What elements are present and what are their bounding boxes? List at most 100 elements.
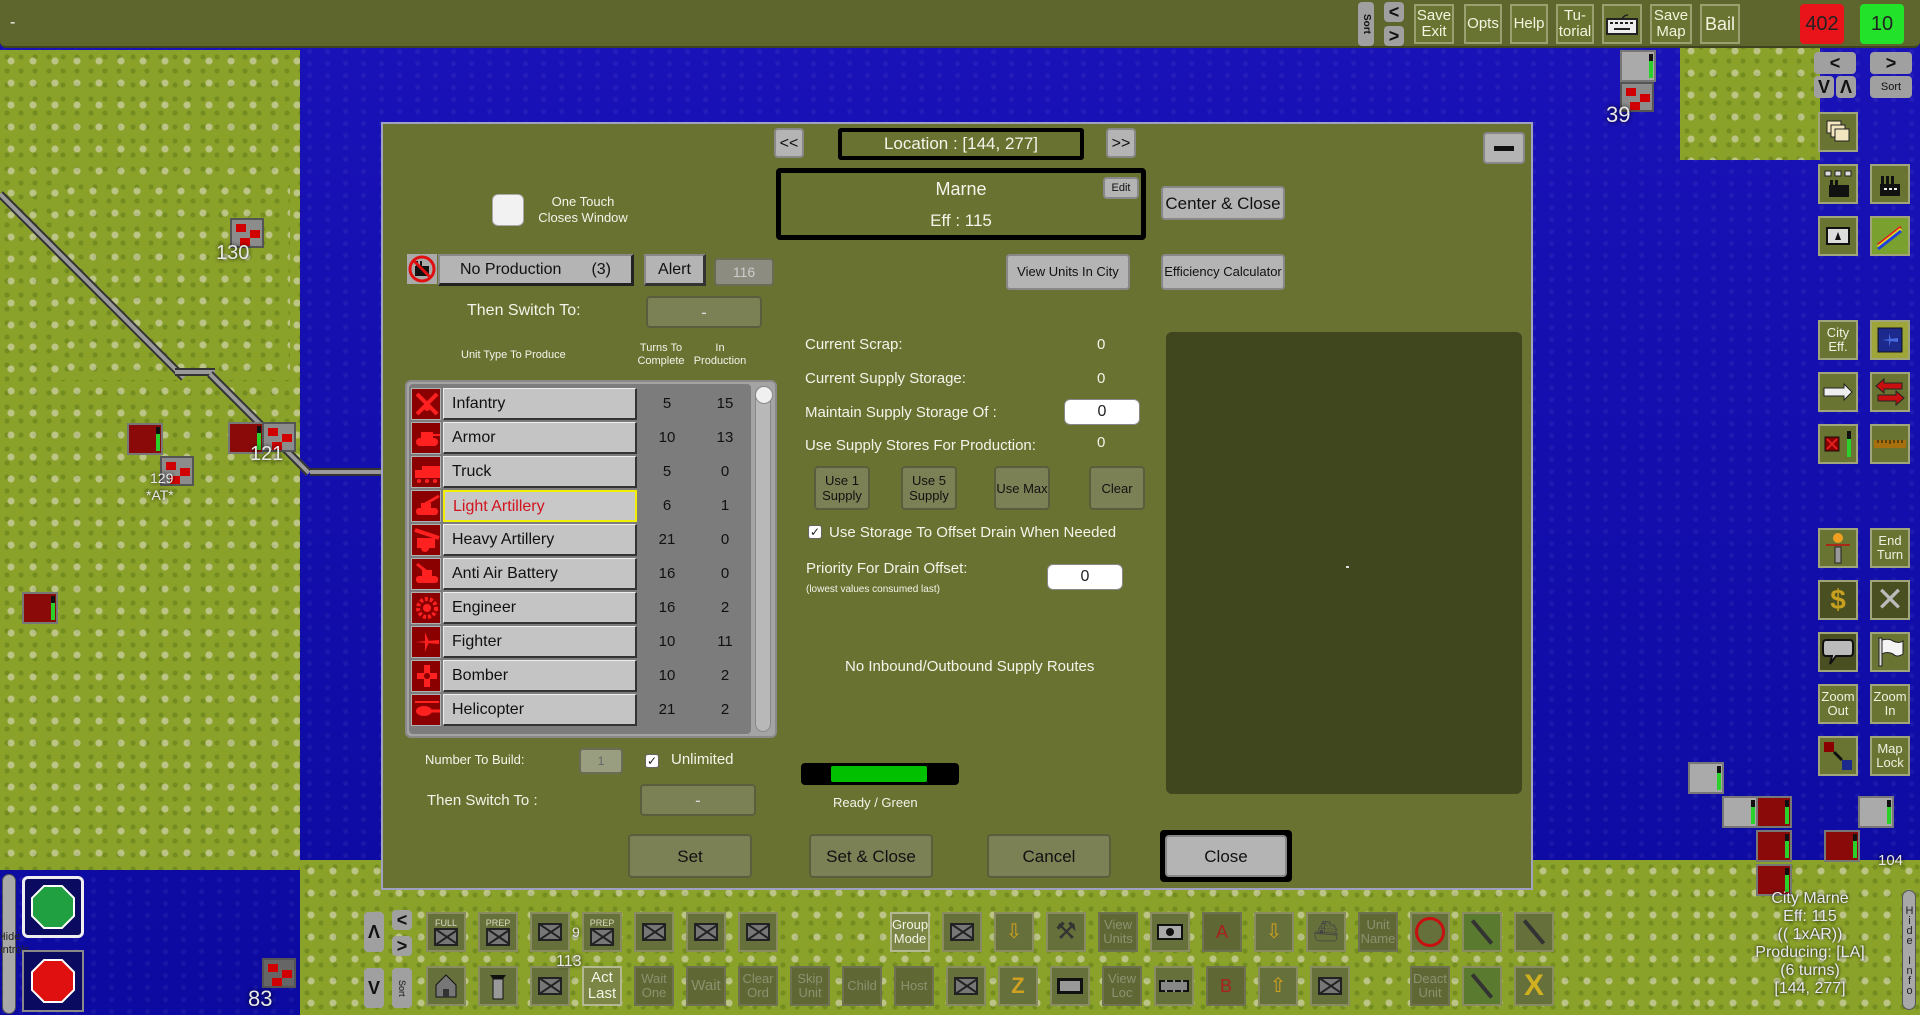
hide-controls-tab[interactable]: Hide Controls bbox=[0, 874, 30, 1014]
chat-button[interactable] bbox=[1818, 632, 1858, 672]
launch-missile-button[interactable] bbox=[1462, 966, 1502, 1006]
stop-button[interactable] bbox=[22, 950, 84, 1012]
missile-button[interactable] bbox=[1462, 912, 1502, 952]
unit-row-light-artillery[interactable]: Light Artillery 6 1 bbox=[411, 490, 751, 522]
move-group-button[interactable] bbox=[686, 912, 726, 952]
use-1-supply-button[interactable]: Use 1 Supply bbox=[814, 466, 870, 510]
group-mode-button[interactable]: Group Mode bbox=[890, 912, 930, 952]
prep-move-button[interactable]: PREP bbox=[582, 912, 622, 952]
cancel-button[interactable]: Cancel bbox=[987, 834, 1111, 878]
next-button[interactable]: > bbox=[1384, 26, 1404, 46]
use-5-supply-button[interactable]: Use 5 Supply bbox=[901, 466, 957, 510]
city-marker[interactable] bbox=[262, 958, 296, 988]
wait-button[interactable]: Wait bbox=[686, 966, 726, 1006]
sleep-button[interactable]: Z bbox=[998, 966, 1038, 1006]
tutorial-button[interactable]: Tu-torial bbox=[1556, 4, 1594, 44]
unlimited-checkbox[interactable]: ✓ bbox=[645, 754, 659, 768]
zoom-in-button[interactable]: Zoom In bbox=[1870, 684, 1910, 724]
group-a-button[interactable]: A bbox=[1202, 912, 1242, 952]
unit-name-button[interactable]: Unit Name bbox=[1358, 912, 1398, 952]
full-move-button[interactable]: FULL bbox=[426, 912, 466, 952]
unit-name[interactable]: Bomber bbox=[443, 660, 637, 692]
transfer-button[interactable] bbox=[1870, 372, 1910, 412]
unit-name[interactable]: Infantry bbox=[443, 388, 637, 420]
unit-row-truck[interactable]: Truck 5 0 bbox=[411, 456, 751, 488]
repair-button[interactable]: ⚒ bbox=[1046, 912, 1086, 952]
factory-button[interactable] bbox=[1870, 164, 1910, 204]
sidebar-down-button[interactable]: V bbox=[1814, 76, 1834, 98]
naval-button[interactable]: ⛴ bbox=[1306, 912, 1346, 952]
finance-button[interactable]: $ bbox=[1818, 580, 1858, 620]
one-touch-checkbox[interactable] bbox=[492, 194, 524, 226]
sidebar-sort-button[interactable]: Sort bbox=[1870, 76, 1912, 98]
view-loc-button[interactable]: View Loc bbox=[1102, 966, 1142, 1006]
close-button[interactable]: Close bbox=[1165, 835, 1287, 877]
host-button[interactable]: Host bbox=[894, 966, 934, 1006]
move-single-button[interactable] bbox=[634, 912, 674, 952]
skip-unit-button[interactable]: Skip Unit bbox=[790, 966, 830, 1006]
cancel-x-button[interactable]: ✕ bbox=[1870, 580, 1910, 620]
prev-button[interactable]: < bbox=[1384, 2, 1404, 22]
unit-row-fighter[interactable]: Fighter 10 11 bbox=[411, 626, 751, 658]
minimize-button[interactable] bbox=[1483, 132, 1525, 164]
unit-list-scrollbar[interactable] bbox=[755, 386, 773, 732]
move-unit-button[interactable] bbox=[530, 912, 570, 952]
toolbar-up-button[interactable]: Λ bbox=[364, 912, 384, 952]
child-button[interactable]: Child bbox=[842, 966, 882, 1006]
alert-button[interactable] bbox=[1818, 216, 1858, 256]
view-units-button[interactable]: View Units bbox=[1098, 912, 1138, 952]
ship-unit[interactable] bbox=[1858, 796, 1894, 828]
waypoint-button[interactable] bbox=[942, 912, 982, 952]
keyboard-button[interactable] bbox=[1602, 4, 1642, 44]
unit-move-button[interactable] bbox=[1818, 736, 1858, 776]
then-switch-to2-select[interactable]: - bbox=[640, 784, 756, 816]
unit-list[interactable]: Infantry 5 15 Armor 10 13 Truck 5 0 Light Artille… bbox=[405, 380, 777, 738]
unit-name[interactable]: Engineer bbox=[443, 592, 637, 624]
build-base-button[interactable] bbox=[1050, 966, 1090, 1006]
unit-name[interactable]: Fighter bbox=[443, 626, 637, 658]
research-button[interactable] bbox=[1818, 528, 1858, 568]
unit-name[interactable]: Heavy Artillery bbox=[443, 524, 637, 556]
unit-row-bomber[interactable]: Bomber 10 2 bbox=[411, 660, 751, 692]
save-exit-button[interactable]: Save Exit bbox=[1414, 4, 1454, 44]
unit-name[interactable]: Light Artillery bbox=[443, 490, 637, 522]
supply-map-button[interactable] bbox=[1870, 216, 1910, 256]
home-button[interactable] bbox=[426, 966, 466, 1006]
unit-name[interactable]: Truck bbox=[443, 456, 637, 488]
bail-button[interactable]: Bail bbox=[1700, 4, 1740, 44]
load-button[interactable]: ⇩ bbox=[1254, 912, 1294, 952]
set-button[interactable]: Set bbox=[628, 834, 752, 878]
unload-button[interactable]: ⇩ bbox=[994, 912, 1034, 952]
unit-strength-button[interactable] bbox=[1818, 424, 1858, 464]
go-button[interactable] bbox=[22, 876, 84, 938]
board-button[interactable]: ⇧ bbox=[1258, 966, 1298, 1006]
measure-button[interactable] bbox=[1870, 424, 1910, 464]
unit-row-helicopter[interactable]: Helicopter 21 2 bbox=[411, 694, 751, 726]
unit-row-anti-air-battery[interactable]: Anti Air Battery 16 0 bbox=[411, 558, 751, 590]
missile-strike-button[interactable] bbox=[1514, 912, 1554, 952]
ship-cycle-button[interactable] bbox=[1410, 912, 1450, 952]
view-units-in-city-button[interactable]: View Units In City bbox=[1006, 254, 1130, 290]
priority-input[interactable]: 0 bbox=[1047, 564, 1123, 590]
end-turn-button[interactable]: End Turn bbox=[1870, 528, 1910, 568]
city-eff-button[interactable]: City Eff. bbox=[1818, 320, 1858, 360]
clear-supply-button[interactable]: Clear bbox=[1089, 466, 1145, 510]
deact-unit-button[interactable]: Deact Unit bbox=[1410, 966, 1450, 1006]
ship-unit[interactable] bbox=[1722, 796, 1758, 828]
wait-one-button[interactable]: Wait One bbox=[634, 966, 674, 1006]
save-map-button[interactable]: Save Map bbox=[1650, 4, 1692, 44]
ship-unit[interactable] bbox=[1620, 50, 1656, 82]
sidebar-prev-button[interactable]: < bbox=[1814, 52, 1856, 74]
helicopter-unit[interactable] bbox=[1824, 830, 1860, 862]
toolbar-down-button[interactable]: V bbox=[364, 968, 384, 1008]
offset-drain-checkbox[interactable]: ✓ bbox=[808, 525, 822, 539]
center-close-button[interactable]: Center & Close bbox=[1161, 186, 1285, 220]
toolbar-next-button[interactable]: > bbox=[392, 936, 412, 956]
then-switch-to-select[interactable]: - bbox=[646, 296, 762, 328]
fighter-unit[interactable] bbox=[22, 592, 58, 624]
sidebar-next-button[interactable]: > bbox=[1870, 52, 1912, 74]
gather-button[interactable] bbox=[738, 912, 778, 952]
reports-button[interactable] bbox=[1818, 112, 1858, 152]
unit-row-engineer[interactable]: Engineer 16 2 bbox=[411, 592, 751, 624]
sort-button[interactable]: Sort bbox=[1358, 2, 1374, 46]
